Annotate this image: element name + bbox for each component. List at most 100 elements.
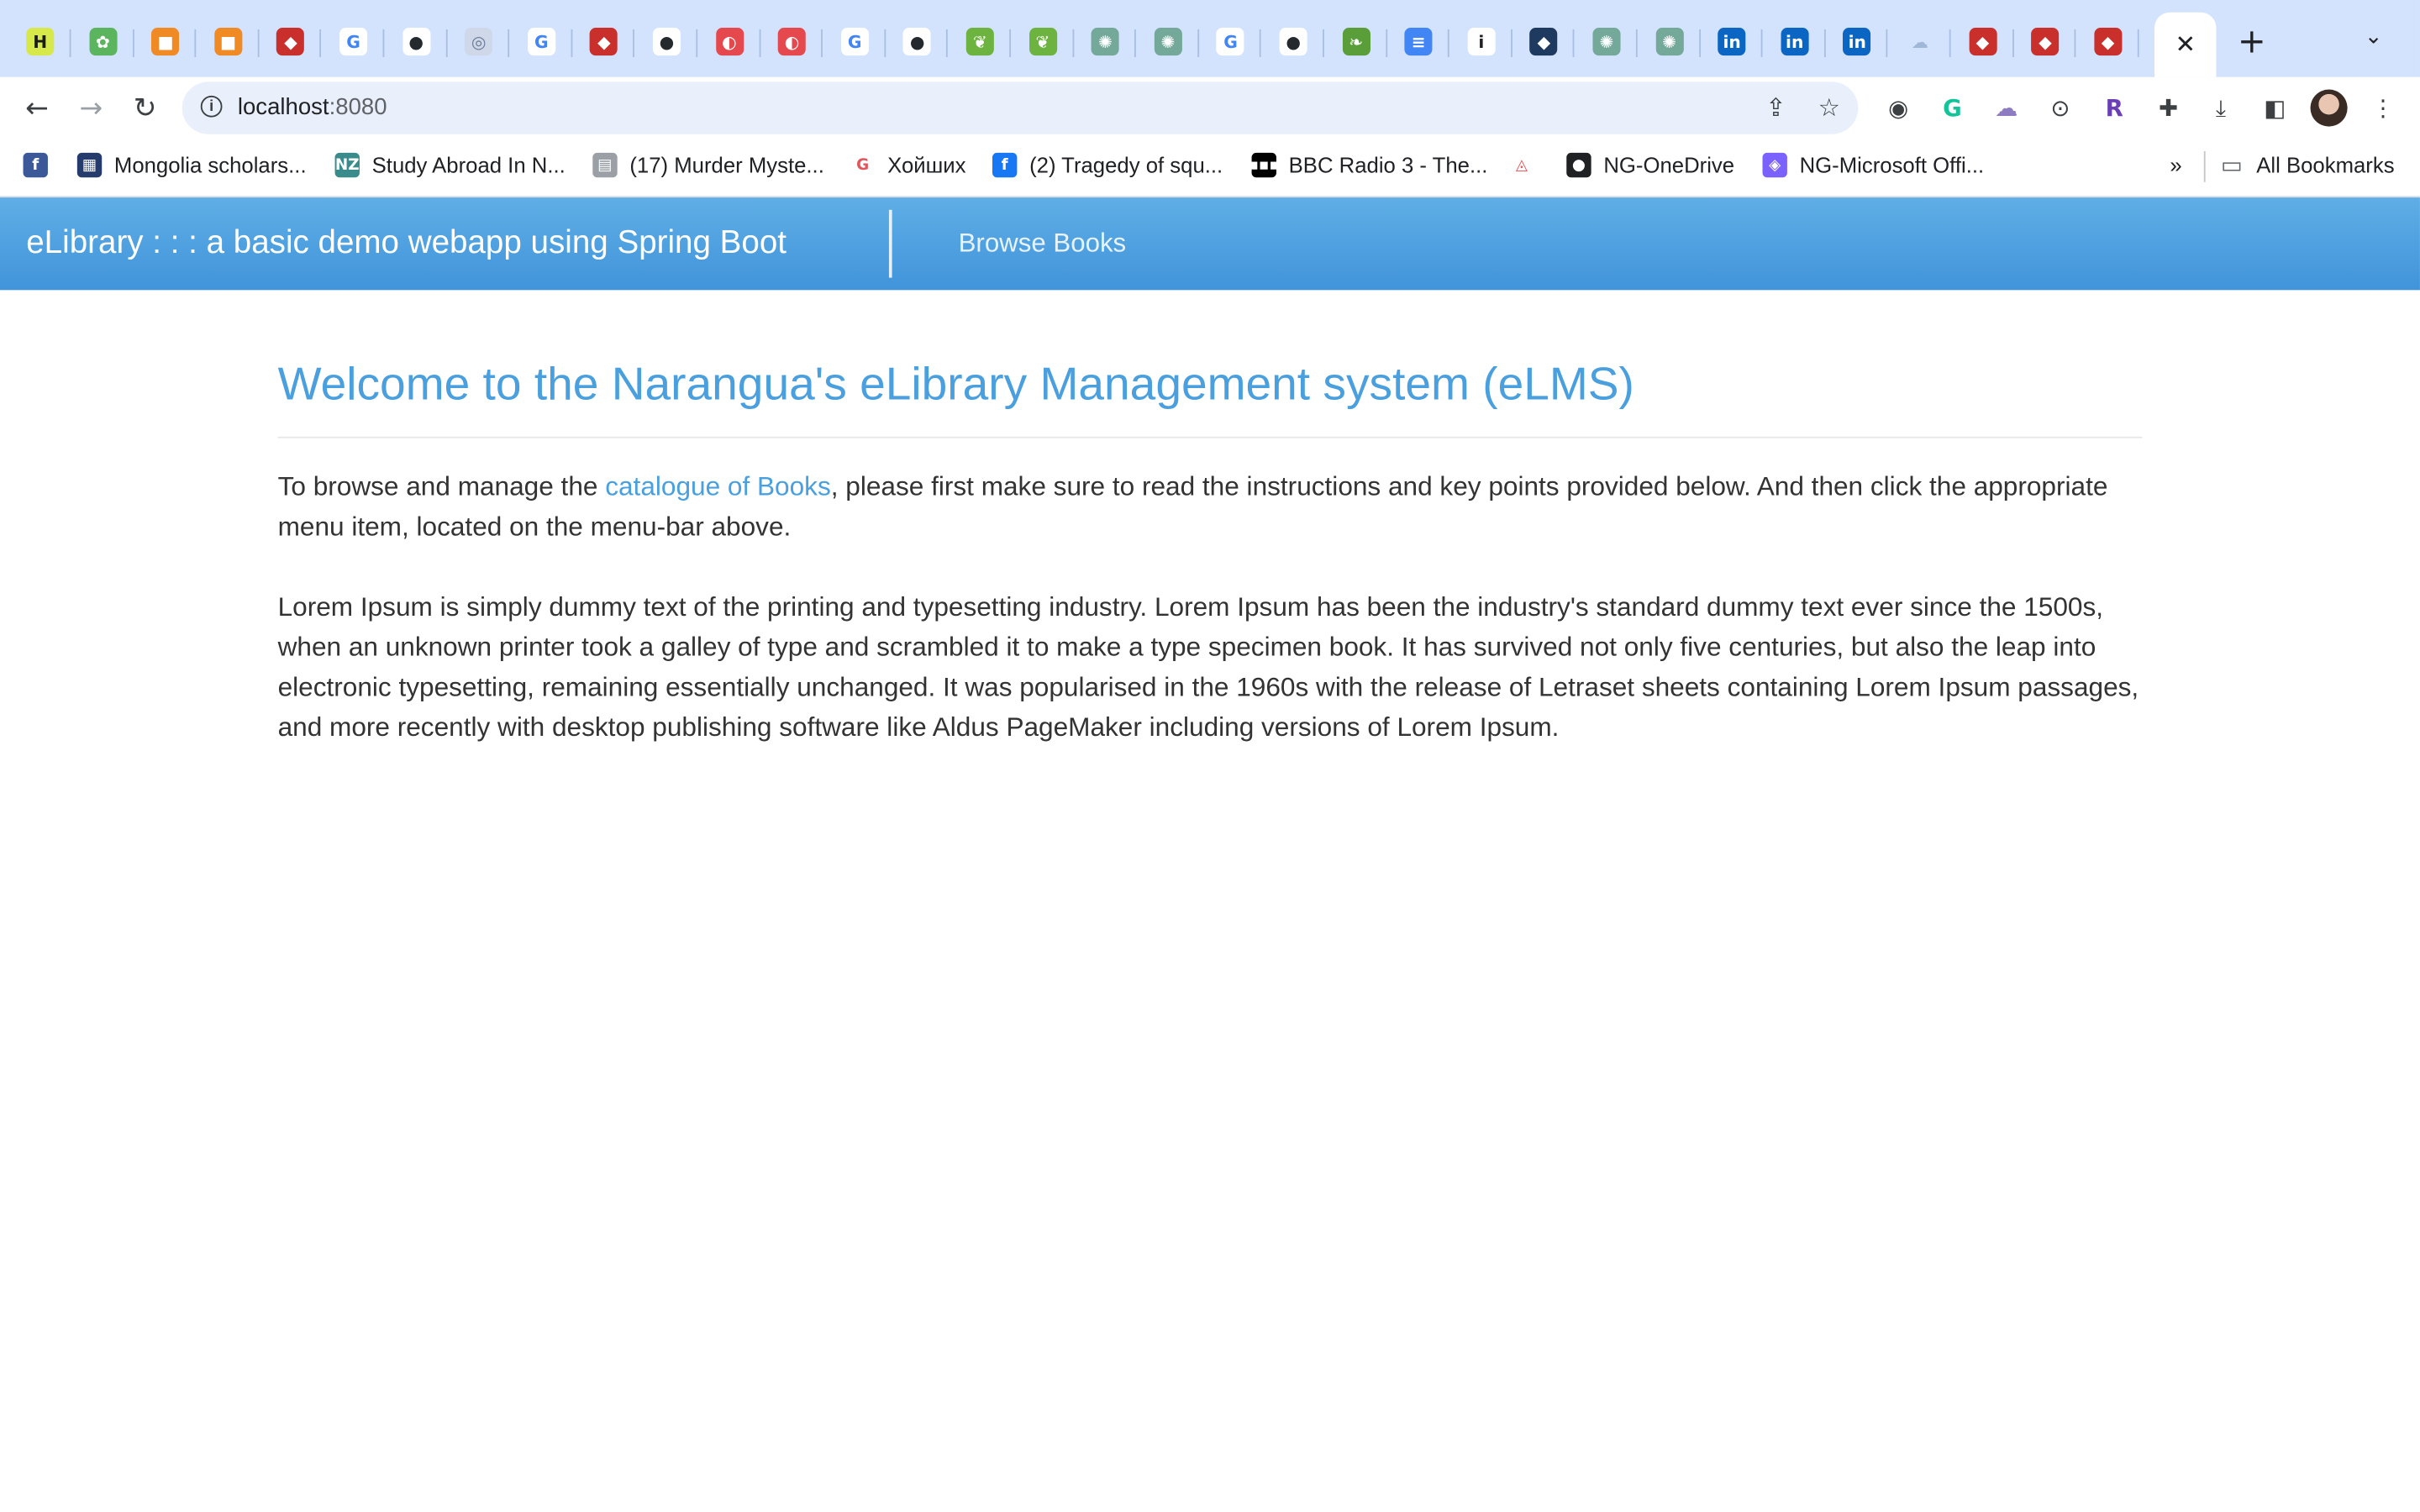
- redis-icon: ◆: [2094, 28, 2123, 56]
- bookmark-label: NG-Microsoft Offi...: [1799, 152, 1985, 178]
- url-text[interactable]: localhost:8080: [238, 94, 387, 120]
- browser-tab[interactable]: ●: [1262, 15, 1324, 67]
- browser-tab[interactable]: ❧: [1325, 15, 1387, 67]
- browser-tab[interactable]: ◆: [573, 15, 635, 67]
- browser-tab[interactable]: H: [9, 15, 71, 67]
- tab-separator: [1510, 29, 1512, 57]
- browser-tab[interactable]: ✺: [1137, 15, 1199, 67]
- tab-separator: [132, 29, 134, 57]
- openai-icon: ✺: [1655, 28, 1684, 56]
- bbc-icon: ▪▪▪: [1249, 152, 1280, 178]
- tab-separator: [382, 29, 385, 57]
- new-tab-button[interactable]: +: [2232, 22, 2272, 62]
- r-extension-icon[interactable]: R: [2097, 91, 2131, 124]
- bookmark-label: Study Abroad In N...: [371, 152, 566, 178]
- browser-tab[interactable]: ≡: [1388, 15, 1450, 67]
- all-bookmarks-label: All Bookmarks: [2256, 152, 2395, 178]
- forward-button[interactable]: →: [70, 87, 113, 129]
- browser-tab[interactable]: ✺: [1576, 15, 1638, 67]
- title-divider: [277, 436, 2143, 438]
- browser-tab[interactable]: ●: [636, 15, 698, 67]
- share-icon[interactable]: ⇪: [1765, 92, 1786, 122]
- all-bookmarks-button[interactable]: ▭ All Bookmarks: [2219, 150, 2395, 180]
- browser-tab[interactable]: G: [1200, 15, 1262, 67]
- bookmark-item[interactable]: ● NG-OneDrive: [1566, 152, 1734, 178]
- bookmark-item[interactable]: NZ Study Abroad In N...: [334, 152, 566, 178]
- browser-tab[interactable]: ◐: [761, 15, 823, 67]
- bookmark-item[interactable]: ▤ (17) Murder Myste...: [592, 152, 824, 178]
- browser-tab[interactable]: ◆: [2077, 15, 2139, 67]
- site-info-icon[interactable]: i: [200, 95, 223, 118]
- reload-button[interactable]: ↻: [124, 87, 166, 129]
- browser-tab[interactable]: in: [1827, 15, 1889, 67]
- tab-separator: [2137, 29, 2139, 57]
- bookmark-item[interactable]: ◈ NG-Microsoft Offi...: [1762, 152, 1985, 178]
- browser-tab[interactable]: ●: [385, 15, 447, 67]
- cloud-extension-icon[interactable]: ☁: [1990, 91, 2023, 124]
- github-icon: ●: [1279, 28, 1307, 56]
- browser-tab[interactable]: i: [1450, 15, 1512, 67]
- tab-separator: [1448, 29, 1450, 57]
- side-panel-icon[interactable]: ◧: [2258, 91, 2291, 124]
- address-bar[interactable]: i localhost:8080 ⇪ ☆: [182, 81, 1859, 134]
- browser-tab[interactable]: ✺: [1075, 15, 1137, 67]
- more-bookmarks-button[interactable]: »: [2170, 153, 2181, 177]
- browser-tab[interactable]: ◆: [2014, 15, 2076, 67]
- browser-tab[interactable]: ■: [134, 15, 197, 67]
- h-app-icon: H: [26, 28, 55, 56]
- tab-separator: [884, 29, 886, 57]
- browser-tab[interactable]: G: [511, 15, 573, 67]
- grammarly-extension-icon[interactable]: G: [1935, 91, 1969, 124]
- bookmark-label: (2) Tragedy of squ...: [1029, 152, 1223, 178]
- browser-tab[interactable]: in: [1764, 15, 1826, 67]
- browser-tab[interactable]: ❦: [1012, 15, 1074, 67]
- browser-tab[interactable]: ●: [886, 15, 949, 67]
- red-circle-icon: ◐: [715, 28, 744, 56]
- redis-icon: ◆: [276, 28, 305, 56]
- bookmark-item[interactable]: f: [23, 152, 60, 178]
- browser-tab[interactable]: ■: [197, 15, 260, 67]
- browser-tab[interactable]: in: [1701, 15, 1763, 67]
- catalogue-link[interactable]: catalogue of Books: [605, 470, 831, 501]
- browser-tab[interactable]: ◐: [698, 15, 760, 67]
- bookmark-label: Хойших: [887, 152, 966, 178]
- tab-separator: [69, 29, 71, 57]
- bookmark-item[interactable]: ▪▪▪ BBC Radio 3 - The...: [1249, 152, 1487, 178]
- app-brand[interactable]: eLibrary : : : a basic demo webapp using…: [26, 225, 786, 262]
- bookmark-item[interactable]: G Хойших: [850, 152, 966, 178]
- browser-tab[interactable]: ✺: [1639, 15, 1701, 67]
- browser-menu-icon[interactable]: ⋮: [2366, 91, 2400, 124]
- browser-tab[interactable]: ◆: [1513, 15, 1576, 67]
- profile-avatar[interactable]: [2310, 89, 2348, 127]
- browser-tab[interactable]: ◆: [260, 15, 322, 67]
- browser-tab[interactable]: ✿: [72, 15, 134, 67]
- linkedin-icon: in: [1718, 28, 1746, 56]
- redis-icon: ◆: [590, 28, 618, 56]
- browser-tab[interactable]: ☁: [1889, 15, 1951, 67]
- browser-tab[interactable]: ◎: [448, 15, 510, 67]
- bookmark-item[interactable]: ◬: [1509, 152, 1546, 178]
- json-extension-icon[interactable]: ⊙: [2044, 91, 2077, 124]
- tab-separator: [758, 29, 760, 57]
- bookmark-item[interactable]: ▦ Mongolia scholars...: [76, 152, 307, 178]
- browser-tab[interactable]: ❦: [950, 15, 1012, 67]
- navbar-divider: [888, 209, 892, 278]
- browse-books-link[interactable]: Browse Books: [959, 228, 1127, 260]
- browser-tab[interactable]: G: [823, 15, 886, 67]
- bookmark-star-icon[interactable]: ☆: [1818, 92, 1840, 122]
- tab-separator: [821, 29, 823, 57]
- bookmark-label: (17) Murder Myste...: [629, 152, 824, 178]
- extensions-puzzle-icon[interactable]: ✚: [2151, 91, 2185, 124]
- back-button[interactable]: ←: [15, 87, 58, 129]
- folder-icon: ▭: [2220, 150, 2243, 180]
- browser-tab[interactable]: G: [323, 15, 385, 67]
- google-icon: G: [527, 28, 555, 56]
- active-tab[interactable]: ✕: [2154, 12, 2217, 77]
- download-icon[interactable]: ⤓: [2204, 91, 2238, 124]
- browser-tab[interactable]: ◆: [1952, 15, 2014, 67]
- linkedin-icon: in: [1843, 28, 1871, 56]
- close-tab-icon[interactable]: ✕: [2175, 29, 2196, 60]
- tab-search-icon[interactable]: ⌄: [2365, 24, 2383, 49]
- bookmark-item[interactable]: f (2) Tragedy of squ...: [992, 152, 1223, 178]
- ghost-extension-icon[interactable]: ◉: [1881, 91, 1915, 124]
